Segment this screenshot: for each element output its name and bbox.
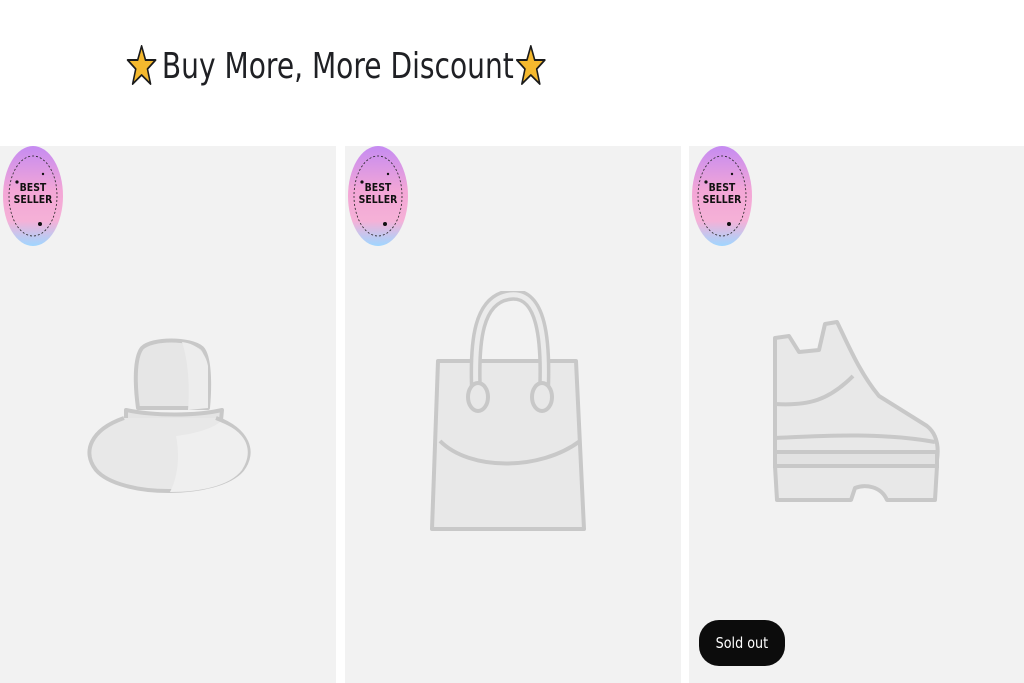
sold-out-badge: Sold out	[699, 620, 785, 666]
boot-icon	[769, 316, 944, 511]
best-seller-badge: BEST SELLER	[347, 146, 409, 248]
hat-icon	[80, 326, 256, 496]
best-seller-label: BEST SELLER	[358, 181, 398, 206]
best-seller-label: BEST SELLER	[702, 181, 742, 206]
product-card[interactable]: BEST SELLER	[345, 146, 681, 683]
page: Buy More, More Discount BEST SELLER BEST…	[0, 0, 1024, 683]
product-card[interactable]: BEST SELLER	[0, 146, 336, 683]
handbag-icon	[430, 291, 595, 541]
best-seller-badge: BEST SELLER	[691, 146, 753, 248]
promo-heading-text: Buy More, More Discount	[161, 45, 514, 87]
sold-out-label: Sold out	[715, 634, 769, 652]
product-grid: BEST SELLER BEST SELLER BEST SELLER Sold…	[0, 146, 1024, 683]
best-seller-label: BEST SELLER	[13, 181, 53, 206]
star-icon	[516, 45, 546, 85]
product-card[interactable]: BEST SELLER Sold out	[689, 146, 1024, 683]
star-icon	[126, 45, 157, 85]
best-seller-badge: BEST SELLER	[2, 146, 64, 248]
promo-heading: Buy More, More Discount	[126, 38, 547, 94]
